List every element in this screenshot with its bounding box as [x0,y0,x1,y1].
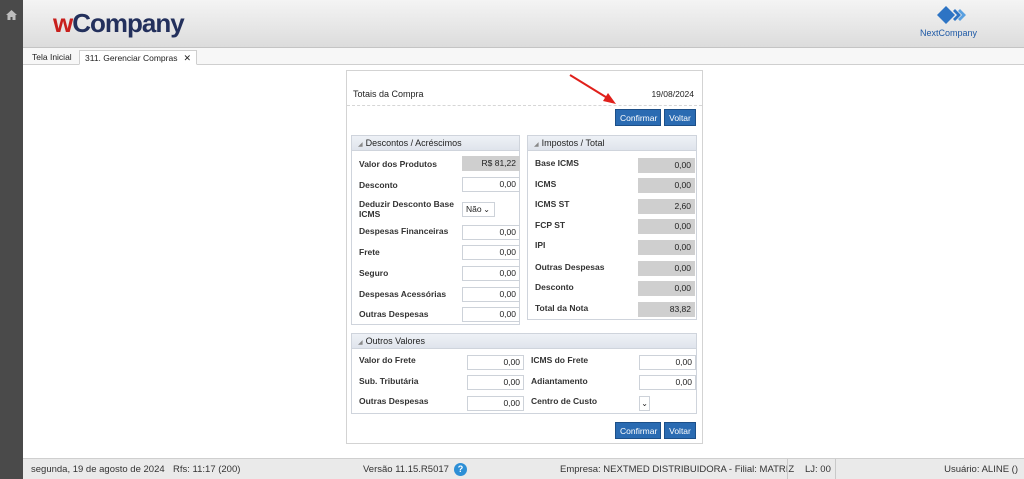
field-label: Outras Despesas [359,396,429,406]
section-header[interactable]: ◢ Impostos / Total [528,136,696,151]
next-company-logo: NextCompany [920,5,982,41]
diamond-logo-icon [937,6,966,24]
fcp-st-field: 0,00 [638,219,695,234]
descontos-section: ◢ Descontos / Acréscimos Valor dos Produt… [351,135,520,325]
confirm-button-bottom[interactable]: Confirmar [615,422,661,439]
status-user: Usuário: ALINE () [944,464,1018,475]
app-header: wCompany NextCompany [23,0,1024,48]
outras-despesas-field: 0,00 [638,261,695,276]
divider [787,459,788,479]
help-icon[interactable]: ? [454,463,467,476]
divider [835,459,836,479]
back-button-bottom[interactable]: Voltar [664,422,696,439]
status-rfs: Rfs: 11:17 (200) [173,464,241,475]
status-company: Empresa: NEXTMED DISTRIBUIDORA - Filial:… [560,464,795,475]
field-label: Adiantamento [531,376,588,386]
field-label: ICMS [535,179,557,189]
outros-valores-section: ◢ Outros Valores Valor do Frete 0,00 Sub.… [351,333,697,414]
impostos-section: ◢ Impostos / Total Base ICMS 0,00 ICMS 0,… [527,135,697,320]
seguro-input[interactable]: 0,00 [462,266,520,281]
company-logo: wCompany [53,8,185,38]
chevron-down-icon: ⌄ [641,399,648,408]
field-label: Deduzir Desconto Base ICMS [359,199,454,219]
field-label: Centro de Custo [531,396,598,406]
field-label: Valor dos Produtos [359,159,437,169]
status-bar: segunda, 19 de agosto de 2024 Rfs: 11:17… [23,458,1024,479]
frete-input[interactable]: 0,00 [462,245,520,260]
collapse-icon[interactable]: ◢ [534,142,539,148]
desconto-field: 0,00 [638,281,695,296]
field-label: Despesas Acessórias [359,289,447,299]
totals-panel: Totais da Compra 19/08/2024 Confirmar Vo… [346,70,703,444]
field-label: ICMS do Frete [531,355,589,365]
field-label: Base ICMS [535,158,579,168]
field-label: Sub. Tributária [359,376,419,386]
icms-st-field: 2,60 [638,199,695,214]
field-label: Total da Nota [535,303,589,313]
status-version: Versão 11.15.R5017 [363,464,449,475]
outras-despesas-input[interactable]: 0,00 [462,307,520,322]
status-lj: LJ: 00 [805,464,831,475]
collapse-icon[interactable]: ◢ [358,142,363,148]
field-label: Desconto [359,180,398,190]
section-header[interactable]: ◢ Descontos / Acréscimos [352,136,519,151]
field-label: Outras Despesas [359,309,429,319]
section-header[interactable]: ◢ Outros Valores [352,334,696,349]
next-company-text: NextCompany [920,28,978,38]
back-button[interactable]: Voltar [664,109,696,126]
deduzir-desconto-select[interactable]: Não ⌄ [462,202,495,217]
close-icon[interactable]: ✕ [183,53,191,63]
status-date: segunda, 19 de agosto de 2024 [31,464,165,475]
field-label: Outras Despesas [535,262,605,272]
tab-bar: Tela Inicial 311. Gerenciar Compras ✕ [23,48,1024,65]
confirm-button[interactable]: Confirmar [615,109,661,126]
left-sidebar [0,0,23,479]
panel-date: 19/08/2024 [651,89,694,99]
centro-custo-select[interactable]: ⌄ [639,396,650,411]
valor-produtos-field: R$ 81,22 [462,156,520,171]
field-label: Seguro [359,268,389,278]
despesas-acessorias-input[interactable]: 0,00 [462,287,520,302]
base-icms-field: 0,00 [638,158,695,173]
desconto-input[interactable]: 0,00 [462,177,520,192]
ipi-field: 0,00 [638,240,695,255]
icms-field: 0,00 [638,178,695,193]
tab-tela-inicial[interactable]: Tela Inicial [27,50,77,65]
tab-gerenciar-compras[interactable]: 311. Gerenciar Compras ✕ [79,50,197,65]
field-label: Valor do Frete [359,355,416,365]
despesas-financeiras-input[interactable]: 0,00 [462,225,520,240]
collapse-icon[interactable]: ◢ [358,340,363,346]
field-label: Frete [359,247,380,257]
field-label: FCP ST [535,220,566,230]
total-nota-field: 83,82 [638,302,695,317]
sub-tributaria-input[interactable]: 0,00 [467,375,524,390]
valor-frete-input[interactable]: 0,00 [467,355,524,370]
field-label: Desconto [535,282,574,292]
outras-despesas-input-2[interactable]: 0,00 [467,396,524,411]
field-label: ICMS ST [535,199,570,209]
field-label: IPI [535,240,546,250]
icms-frete-input[interactable]: 0,00 [639,355,696,370]
adiantamento-input[interactable]: 0,00 [639,375,696,390]
panel-title: Totais da Compra [353,89,424,99]
field-label: Despesas Financeiras [359,226,449,236]
home-icon[interactable] [6,10,17,20]
divider [347,105,702,106]
chevron-down-icon: ⌄ [483,205,490,214]
